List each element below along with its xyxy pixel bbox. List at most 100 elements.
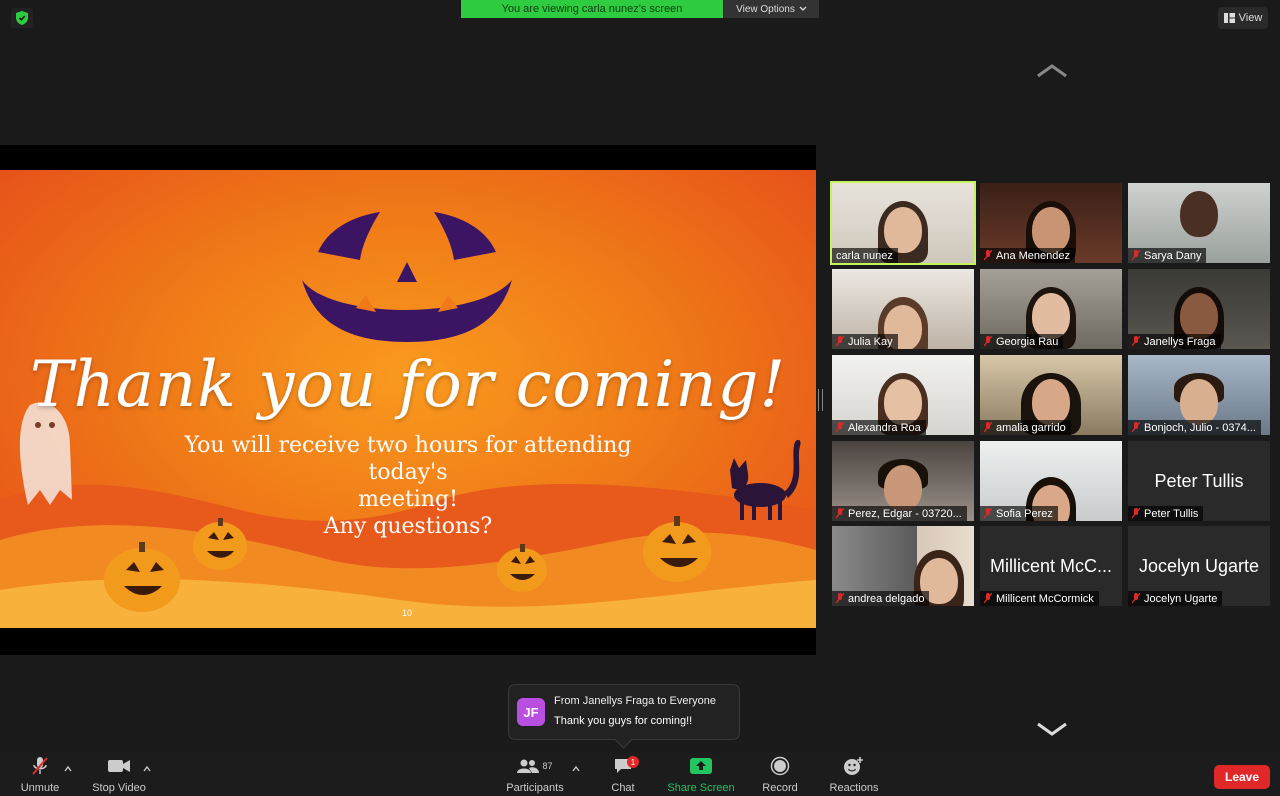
view-options-button[interactable]: View Options <box>724 0 819 18</box>
share-screen-label: Share Screen <box>667 782 735 794</box>
unmute-button[interactable]: Unmute <box>18 753 62 796</box>
participant-name-bar: Janellys Fraga <box>1128 334 1221 349</box>
muted-mic-icon <box>1132 508 1140 519</box>
participant-name: Jocelyn Ugarte <box>1144 592 1218 605</box>
participants-caret-icon[interactable] <box>572 765 580 773</box>
stop-video-button[interactable]: Stop Video <box>90 753 148 796</box>
participant-name: Georgia Rau <box>996 335 1059 348</box>
reactions-button[interactable]: Reactions <box>826 753 882 796</box>
chat-notification-popup[interactable]: JF From Janellys Fraga to Everyone Thank… <box>508 684 740 749</box>
muted-mic-icon <box>1132 422 1140 433</box>
participants-button[interactable]: 87 Participants <box>503 753 567 796</box>
slide-subtitle-line2: meeting! <box>358 487 458 512</box>
participant-name: Perez, Edgar - 03720... <box>848 507 962 520</box>
participant-name-bar: Perez, Edgar - 03720... <box>832 506 967 521</box>
pumpkin-face-graphic <box>302 212 512 342</box>
meeting-toolbar: Unmute Stop Video 87 Participants 1 Chat… <box>0 753 1280 796</box>
chat-sender-avatar: JF <box>517 698 545 726</box>
slide-subtitle: You will receive two hours for attending… <box>150 432 666 540</box>
participant-name: Janellys Fraga <box>1144 335 1216 348</box>
muted-mic-icon <box>1132 593 1140 604</box>
record-button[interactable]: Record <box>760 753 800 796</box>
video-tile-peter-tullis[interactable]: Peter Tullis Peter Tullis <box>1128 441 1270 521</box>
chat-button[interactable]: 1 Chat <box>606 753 640 796</box>
video-tile-sarya-dany[interactable]: Sarya Dany <box>1128 183 1270 263</box>
gallery-scroll-up-icon[interactable] <box>1036 62 1068 80</box>
grid-view-icon <box>1223 13 1235 23</box>
participant-display-name: Peter Tullis <box>1154 471 1244 491</box>
muted-mic-icon <box>836 422 844 433</box>
video-camera-icon <box>108 760 130 772</box>
participant-name: Peter Tullis <box>1144 507 1199 520</box>
participant-name: Sarya Dany <box>1144 249 1202 262</box>
participant-name: carla nunez <box>836 249 893 262</box>
video-tile-georgia-rau[interactable]: Georgia Rau <box>980 269 1122 349</box>
reactions-label: Reactions <box>829 782 879 794</box>
chat-sender-line: From Janellys Fraga to Everyone <box>554 695 717 707</box>
participant-name-bar: Ana Menendez <box>980 248 1075 263</box>
participant-name-bar: andrea delgado <box>832 591 930 606</box>
gallery-scroll-down-icon[interactable] <box>1036 720 1068 738</box>
muted-mic-icon <box>836 336 844 347</box>
participant-display-name: Millicent McC... <box>989 556 1112 576</box>
encryption-shield-icon[interactable] <box>11 8 33 28</box>
participant-name: Millicent McCormick <box>996 592 1094 605</box>
presentation-slide: Thank you for coming! You will receive t… <box>0 170 816 628</box>
participant-name-bar: Bonjoch, Julio - 0374... <box>1128 420 1261 435</box>
participant-name-bar: Peter Tullis <box>1128 506 1204 521</box>
video-tile-ana-menendez[interactable]: Ana Menendez <box>980 183 1122 263</box>
participant-name-bar: Alexandra Roa <box>832 420 926 435</box>
slide-page-number: 10 <box>402 608 413 618</box>
chevron-down-icon <box>799 6 807 11</box>
slide-title: Thank you for coming! <box>29 348 787 422</box>
participant-name-bar: Millicent McCormick <box>980 591 1099 606</box>
participant-name: Ana Menendez <box>996 249 1070 262</box>
viewing-screen-banner: You are viewing carla nunez's screen <box>461 0 723 18</box>
participant-name: amalia garrido <box>996 421 1066 434</box>
participant-name-bar: Jocelyn Ugarte <box>1128 591 1223 606</box>
participant-name: andrea delgado <box>848 592 925 605</box>
slide-subtitle-line3: Any questions? <box>323 514 493 539</box>
participant-name: Julia Kay <box>848 335 893 348</box>
video-tile-alexandra-roa[interactable]: Alexandra Roa <box>832 355 974 435</box>
view-label: View <box>1238 12 1263 24</box>
video-tile-bonjoch-julio[interactable]: Bonjoch, Julio - 0374... <box>1128 355 1270 435</box>
slide-subtitle-line1: You will receive two hours for attending… <box>184 433 632 485</box>
video-tile-carla-nunez[interactable]: carla nunez <box>830 181 976 265</box>
participant-name: Sofia Perez <box>996 507 1053 520</box>
muted-mic-icon <box>984 422 992 433</box>
chat-message-text: Thank you guys for coming!! <box>554 715 693 727</box>
participant-display-name: Jocelyn Ugarte <box>1138 556 1260 576</box>
participant-name-bar: Sarya Dany <box>1128 248 1207 263</box>
participants-label: Participants <box>506 782 564 794</box>
shared-screen-area: Thank you for coming! You will receive t… <box>0 145 816 655</box>
chat-label: Chat <box>611 782 635 794</box>
share-screen-button[interactable]: Share Screen <box>664 753 738 796</box>
muted-mic-icon <box>984 508 992 519</box>
audio-options-caret-icon[interactable] <box>64 765 72 773</box>
video-tile-amalia-garrido[interactable]: amalia garrido <box>980 355 1122 435</box>
video-options-caret-icon[interactable] <box>143 765 151 773</box>
leave-button[interactable]: Leave <box>1214 765 1270 789</box>
stop-video-label: Stop Video <box>92 782 146 794</box>
reactions-smiley-icon <box>844 757 863 775</box>
muted-mic-icon <box>984 250 992 261</box>
video-tile-sofia-perez[interactable]: Sofia Perez <box>980 441 1122 521</box>
video-tile-janellys-fraga[interactable]: Janellys Fraga <box>1128 269 1270 349</box>
muted-mic-icon <box>836 508 844 519</box>
view-button[interactable]: View <box>1218 7 1268 29</box>
participant-name-bar: carla nunez <box>832 248 898 263</box>
participants-icon <box>517 759 540 773</box>
video-tile-julia-kay[interactable]: Julia Kay <box>832 269 974 349</box>
muted-mic-icon <box>1132 250 1140 261</box>
muted-microphone-icon <box>32 757 48 775</box>
video-tile-jocelyn-ugarte[interactable]: Jocelyn Ugarte Jocelyn Ugarte <box>1128 526 1270 606</box>
record-label: Record <box>762 782 798 794</box>
video-tile-millicent-mccormick[interactable]: Millicent McC... Millicent McCormick <box>980 526 1122 606</box>
video-tile-perez-edgar[interactable]: Perez, Edgar - 03720... <box>832 441 974 521</box>
video-tile-andrea-delgado[interactable]: andrea delgado <box>832 526 974 606</box>
panel-resize-handle[interactable] <box>818 389 823 411</box>
viewing-banner-text: You are viewing carla nunez's screen <box>501 3 683 15</box>
muted-mic-icon <box>1132 336 1140 347</box>
participant-name-bar: Julia Kay <box>832 334 898 349</box>
